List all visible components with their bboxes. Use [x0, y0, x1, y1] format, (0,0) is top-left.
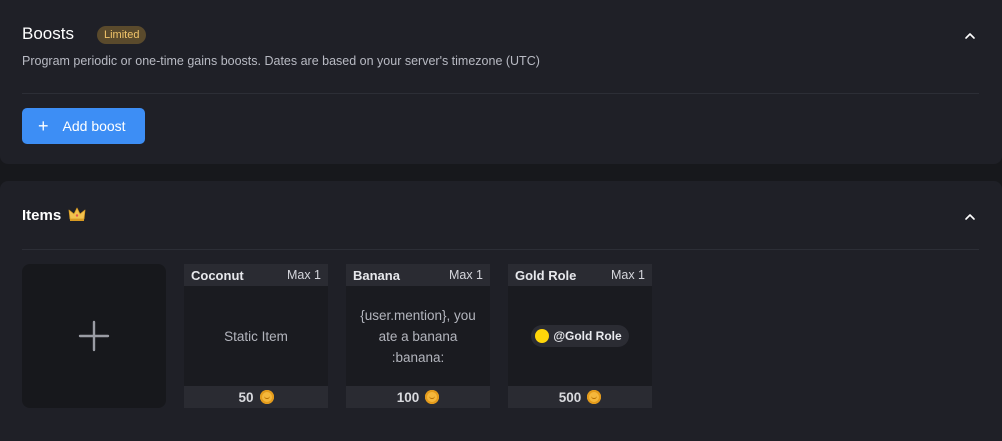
- coin-icon: [259, 390, 274, 404]
- boosts-description: Program periodic or one-time gains boost…: [22, 54, 540, 68]
- role-mention: @Gold Role: [531, 325, 629, 347]
- item-card-header: Banana Max 1: [346, 264, 490, 286]
- item-price-value: 100: [396, 389, 420, 405]
- chevron-up-icon[interactable]: [964, 30, 976, 42]
- item-name: Coconut: [191, 267, 244, 283]
- boosts-title: Boosts: [22, 24, 74, 43]
- items-title: Items: [22, 207, 62, 224]
- item-body: Static Item: [224, 328, 288, 344]
- items-panel: Items Coconut Max 1 Static Item 50 Banan…: [0, 181, 1002, 441]
- coin-icon: [425, 390, 440, 404]
- coin-icon: [587, 390, 602, 404]
- add-boost-button[interactable]: + Add boost: [22, 108, 145, 144]
- item-card-header: Coconut Max 1: [184, 264, 328, 286]
- add-item-button[interactable]: [22, 264, 166, 408]
- item-name: Gold Role: [515, 267, 577, 283]
- role-mention-label: @Gold Role: [553, 328, 622, 343]
- crown-icon: [68, 207, 86, 221]
- item-price: 500: [508, 386, 652, 408]
- item-price: 50: [184, 386, 328, 408]
- item-name: Banana: [353, 267, 400, 283]
- item-price-value: 500: [558, 389, 582, 405]
- plus-icon: [78, 320, 110, 352]
- item-body: {user.mention}, you ate a banana :banana…: [360, 307, 476, 365]
- item-card-banana[interactable]: Banana Max 1 {user.mention}, you ate a b…: [346, 264, 490, 408]
- boosts-panel: Boosts Limited Program periodic or one-t…: [0, 0, 1002, 164]
- role-color-dot: [535, 329, 550, 343]
- divider: [22, 249, 979, 250]
- item-card-gold-role[interactable]: Gold Role Max 1 @Gold Role 500: [508, 264, 652, 408]
- plus-icon: +: [38, 116, 49, 136]
- item-card-coconut[interactable]: Coconut Max 1 Static Item 50: [184, 264, 328, 408]
- item-card-header: Gold Role Max 1: [508, 264, 652, 286]
- item-max: Max 1: [286, 268, 321, 282]
- item-price-value: 50: [238, 389, 254, 405]
- item-body: @Gold Role: [508, 286, 652, 386]
- limited-badge: Limited: [97, 26, 147, 44]
- item-price: 100: [346, 386, 490, 408]
- add-boost-label: Add boost: [62, 118, 126, 134]
- item-max: Max 1: [610, 268, 645, 282]
- item-max: Max 1: [448, 268, 483, 282]
- chevron-up-icon[interactable]: [964, 211, 976, 223]
- divider: [22, 93, 979, 94]
